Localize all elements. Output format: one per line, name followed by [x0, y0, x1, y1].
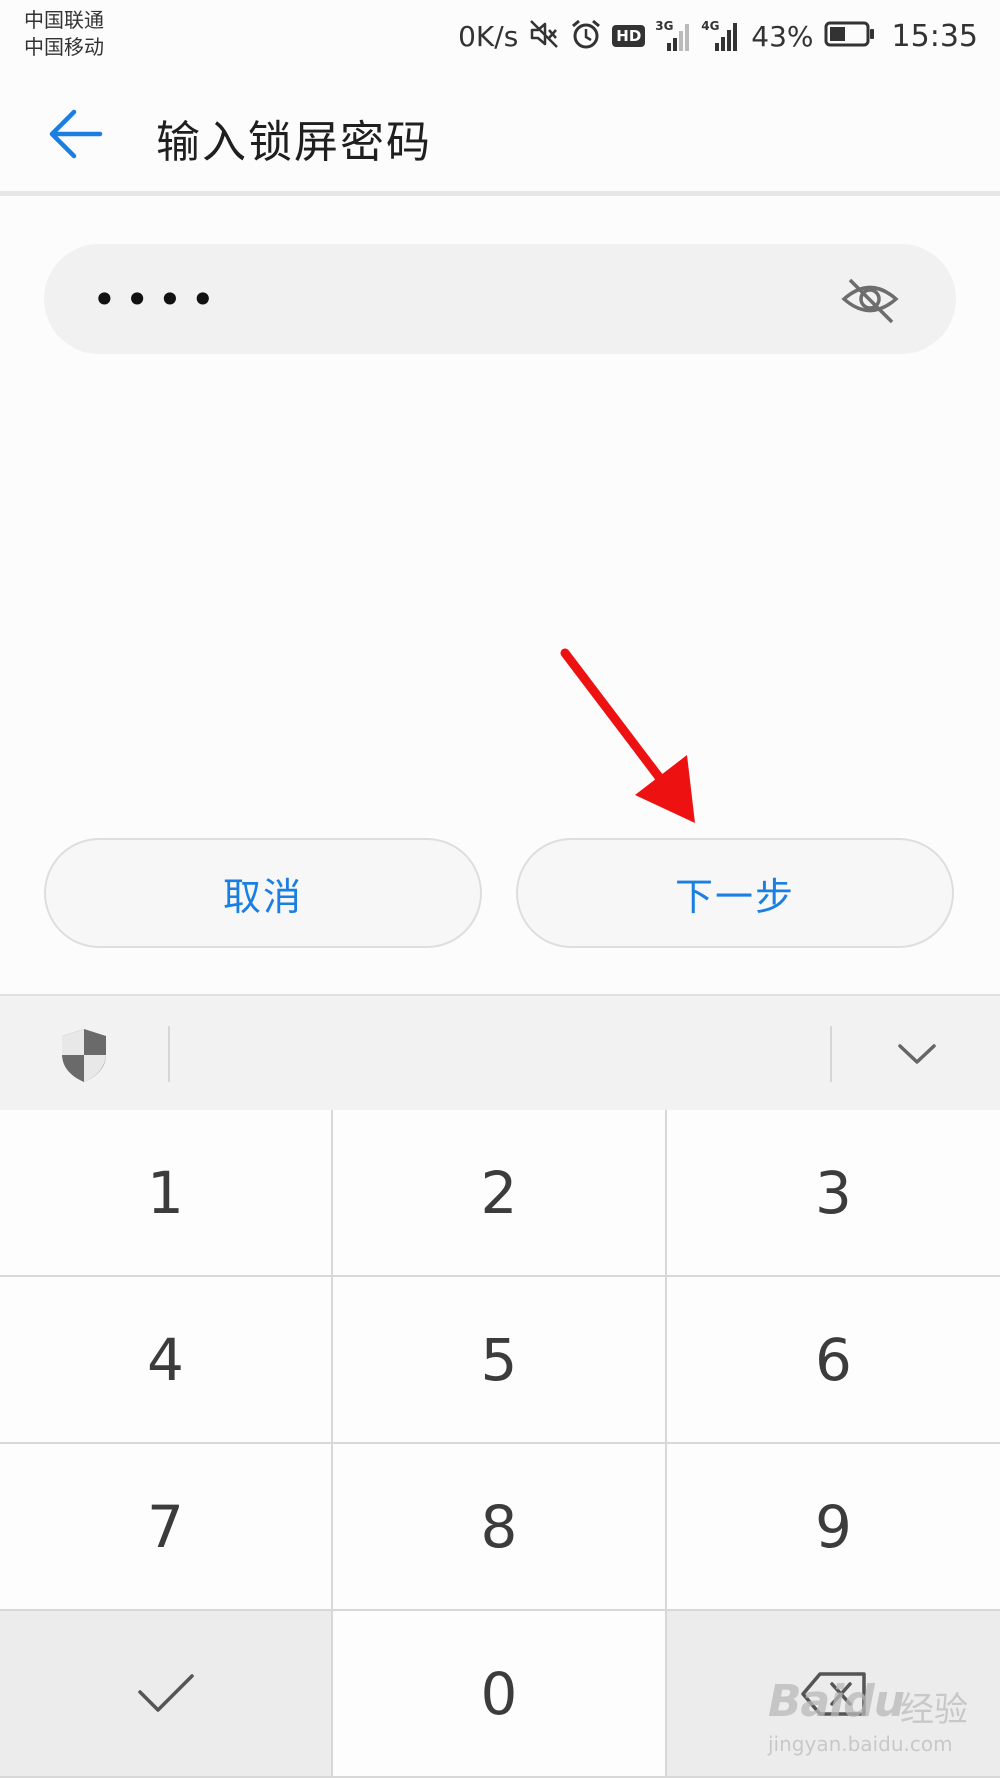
- toggle-visibility-button[interactable]: [840, 274, 900, 324]
- key-6[interactable]: 6: [667, 1277, 1000, 1444]
- key-1[interactable]: 1: [0, 1110, 333, 1277]
- password-input[interactable]: [92, 260, 792, 338]
- key-9[interactable]: 9: [667, 1444, 1000, 1611]
- watermark-suffix: 经验: [900, 1690, 968, 1730]
- key-0[interactable]: 0: [333, 1611, 667, 1778]
- signal-4g-label: 4G: [701, 19, 720, 33]
- status-icons: 0K/s HD 3G 4G 43% 15:35: [458, 14, 978, 58]
- battery-icon: [824, 20, 876, 52]
- keyboard-toolbar: [0, 994, 1000, 1110]
- header: 输入锁屏密码: [0, 66, 1000, 196]
- clock: 15:35: [891, 18, 978, 54]
- collapse-keyboard-button[interactable]: [890, 1032, 944, 1076]
- carrier-1: 中国联通: [24, 8, 104, 32]
- watermark-brand: Baidu: [768, 1676, 905, 1727]
- back-button[interactable]: [46, 104, 106, 164]
- net-speed: 0K/s: [458, 19, 519, 53]
- cancel-button[interactable]: 取消: [44, 838, 482, 948]
- page-title: 输入锁屏密码: [156, 117, 432, 168]
- key-7[interactable]: 7: [0, 1444, 333, 1611]
- carrier-2: 中国移动: [24, 35, 104, 59]
- signal-3g-label: 3G: [655, 19, 674, 33]
- checkmark-icon: [137, 1673, 194, 1712]
- key-2[interactable]: 2: [333, 1110, 667, 1277]
- signal-3g-icon: 3G: [655, 19, 691, 51]
- watermark: Baidu 经验 jingyan.baidu.com: [768, 1668, 988, 1768]
- key-3[interactable]: 3: [667, 1110, 1000, 1277]
- battery-percent: 43%: [751, 19, 814, 53]
- key-4[interactable]: 4: [0, 1277, 333, 1444]
- confirm-key[interactable]: [0, 1611, 333, 1778]
- arrow-left-icon: [49, 109, 103, 159]
- key-5[interactable]: 5: [333, 1277, 667, 1444]
- carrier-info: 中国联通 中国移动: [24, 7, 104, 61]
- shield-icon: [62, 1029, 106, 1082]
- toolbar-divider: [830, 1026, 832, 1082]
- next-button[interactable]: 下一步: [516, 838, 954, 948]
- key-8[interactable]: 8: [333, 1444, 667, 1611]
- chevron-down-icon: [898, 1044, 936, 1064]
- hd-badge: HD: [612, 25, 646, 47]
- alarm-icon: [570, 18, 602, 54]
- watermark-url: jingyan.baidu.com: [768, 1732, 953, 1756]
- toolbar-divider: [168, 1026, 170, 1082]
- mute-icon: [528, 18, 560, 54]
- eye-off-icon: [841, 278, 899, 324]
- annotation-arrow-icon: [560, 648, 695, 823]
- password-field[interactable]: [44, 244, 956, 354]
- signal-4g-icon: 4G: [701, 19, 741, 51]
- status-bar: 中国联通 中国移动 0K/s HD 3G 4G 43% 15:35: [0, 0, 1000, 66]
